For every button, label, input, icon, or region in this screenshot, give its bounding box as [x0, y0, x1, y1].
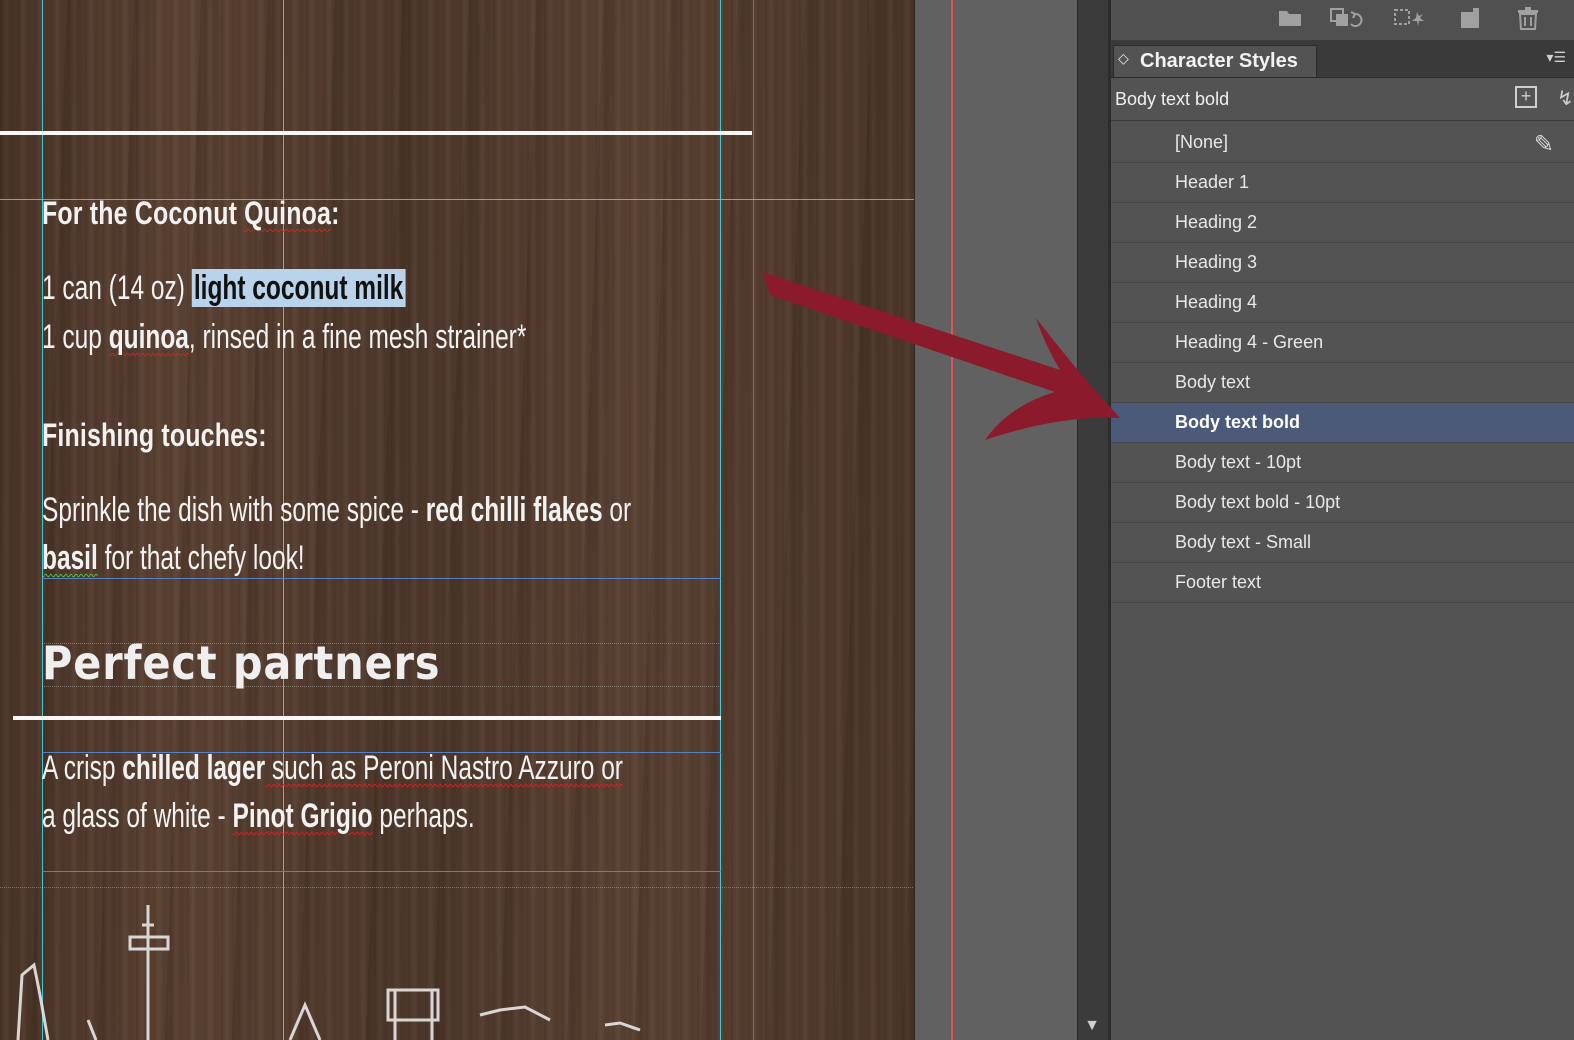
- style-item-heading-3[interactable]: Heading 3: [1111, 243, 1574, 283]
- panel-title: Character Styles: [1140, 50, 1298, 72]
- quick-apply-icon[interactable]: ↯: [1557, 86, 1574, 111]
- new-style-group-icon[interactable]: +: [1515, 86, 1537, 108]
- folder-icon[interactable]: [1275, 6, 1305, 34]
- collapse-toggle-icon[interactable]: ◇: [1118, 50, 1129, 67]
- finishing-line-1[interactable]: Sprinkle the dish with some spice - red …: [42, 491, 631, 530]
- load-styles-icon[interactable]: [1329, 6, 1363, 34]
- divider-rule: [13, 716, 721, 720]
- margin-guide: [753, 0, 754, 1040]
- style-item-none[interactable]: [None] ✎: [1111, 123, 1574, 163]
- ingredient-line-2[interactable]: 1 cup quinoa, rinsed in a fine mesh stra…: [42, 318, 526, 357]
- partners-line-1[interactable]: A crisp chilled lager such as Peroni Nas…: [42, 749, 623, 788]
- current-style-row: Body text bold + ↯: [1111, 78, 1574, 121]
- clear-overrides-icon[interactable]: [1391, 6, 1424, 34]
- style-item-heading-4[interactable]: Heading 4: [1111, 283, 1574, 323]
- style-item-footer-text[interactable]: Footer text: [1111, 563, 1574, 603]
- pasteboard[interactable]: [915, 0, 1077, 1040]
- style-item-body-text-small[interactable]: Body text - Small: [1111, 523, 1574, 563]
- tab-character-styles[interactable]: ◇ Character Styles: [1113, 45, 1317, 77]
- baseline-guide: [0, 887, 915, 888]
- document-canvas[interactable]: For the Coconut Quinoa: 1 can (14 oz) li…: [0, 0, 915, 1040]
- divider-rule: [0, 131, 752, 135]
- pencil-crossed-icon: ✎: [1533, 131, 1554, 158]
- heading-perfect-partners[interactable]: Perfect partners: [42, 636, 440, 690]
- style-item-heading-4-green[interactable]: Heading 4 - Green: [1111, 323, 1574, 363]
- style-list: [None] ✎ Header 1 Heading 2 Heading 3 Hea…: [1111, 123, 1574, 603]
- style-item-body-text-bold[interactable]: Body text bold: [1111, 403, 1574, 443]
- skyline-illustration: [16, 905, 641, 1040]
- frame-edge: [42, 871, 721, 872]
- scroll-down-arrow-icon[interactable]: ▼: [1080, 1016, 1104, 1036]
- panel-menu-icon[interactable]: ▾☰: [1546, 49, 1566, 66]
- frame-edge: [42, 578, 721, 579]
- finishing-line-2[interactable]: basil for that chefy look!: [42, 539, 305, 578]
- selected-text[interactable]: light coconut milk: [191, 269, 406, 307]
- bleed-guide: [951, 0, 953, 1040]
- current-style-label: Body text bold: [1115, 89, 1230, 109]
- heading-coconut-quinoa[interactable]: For the Coconut Quinoa:: [42, 195, 340, 232]
- style-item-heading-2[interactable]: Heading 2: [1111, 203, 1574, 243]
- panel-toolbar: [1111, 0, 1574, 41]
- trash-icon[interactable]: [1513, 6, 1543, 34]
- style-item-body-text-10pt[interactable]: Body text - 10pt: [1111, 443, 1574, 483]
- vertical-scrollbar[interactable]: [1077, 0, 1108, 1040]
- column-guide: [720, 0, 721, 1040]
- style-item-header-1[interactable]: Header 1: [1111, 163, 1574, 203]
- character-styles-panel: ◇ Character Styles ▾☰ Body text bold + ↯…: [1108, 0, 1574, 1040]
- heading-finishing-touches[interactable]: Finishing touches:: [42, 417, 267, 454]
- new-style-icon[interactable]: [1455, 6, 1485, 34]
- style-item-body-text-bold-10pt[interactable]: Body text bold - 10pt: [1111, 483, 1574, 523]
- partners-line-2[interactable]: a glass of white - Pinot Grigio perhaps.: [42, 797, 475, 836]
- style-item-body-text[interactable]: Body text: [1111, 363, 1574, 403]
- ingredient-line-1[interactable]: 1 can (14 oz) light coconut milk: [42, 269, 406, 308]
- panel-tab-bar: ◇ Character Styles ▾☰: [1111, 41, 1574, 78]
